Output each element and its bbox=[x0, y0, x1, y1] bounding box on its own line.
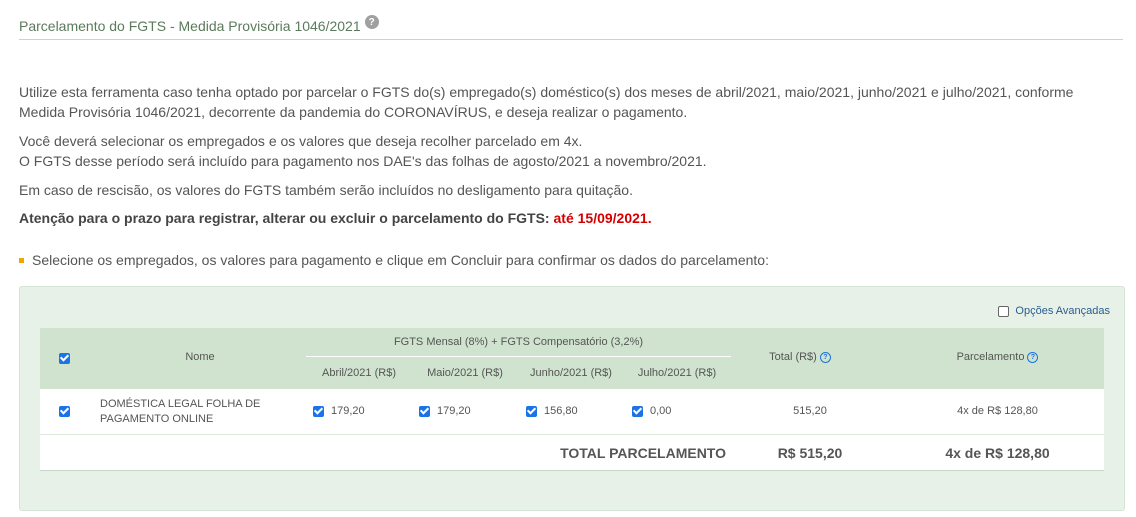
deadline-notice: Atenção para o prazo para registrar, alt… bbox=[19, 208, 1119, 228]
table-row: DOMÉSTICA LEGAL FOLHA DE PAGAMENTO ONLIN… bbox=[40, 389, 1104, 435]
maio-checkbox[interactable] bbox=[419, 405, 430, 417]
junho-checkbox[interactable] bbox=[526, 405, 537, 417]
col-name: Nome bbox=[185, 351, 215, 363]
parcelamento-help-icon[interactable]: ? bbox=[1027, 352, 1039, 363]
col-junho: Junho/2021 (R$) bbox=[530, 367, 612, 379]
employee-name-line1: DOMÉSTICA LEGAL FOLHA DE bbox=[100, 398, 261, 410]
intro-paragraph-2: Você deverá selecionar os empregados e o… bbox=[19, 131, 1119, 171]
instruction: Selecione os empregados, os valores para… bbox=[19, 252, 769, 268]
employee-name: DOMÉSTICA LEGAL FOLHA DE PAGAMENTO ONLIN… bbox=[100, 397, 260, 427]
deadline-text: Atenção para o prazo para registrar, alt… bbox=[19, 210, 550, 226]
julho-checkbox[interactable] bbox=[632, 405, 643, 417]
installment-table: Nome FGTS Mensal (8%) + FGTS Compensatór… bbox=[40, 328, 1104, 471]
value-julho-text: 0,00 bbox=[650, 405, 672, 417]
col-parcelamento: Parcelamento? bbox=[900, 351, 1095, 364]
table-footer: TOTAL PARCELAMENTO R$ 515,20 4x de R$ 12… bbox=[40, 435, 1104, 471]
intro-paragraph-1: Utilize esta ferramenta caso tenha optad… bbox=[19, 84, 1074, 120]
col-group-fgts: FGTS Mensal (8%) + FGTS Compensatório (3… bbox=[393, 336, 644, 348]
footer-total: R$ 515,20 bbox=[777, 445, 843, 461]
group-divider bbox=[306, 356, 731, 357]
page-title: Parcelamento do FGTS - Medida Provisória… bbox=[19, 15, 1123, 40]
instruction-text: Selecione os empregados, os valores para… bbox=[32, 252, 769, 268]
employee-name-line2: PAGAMENTO ONLINE bbox=[100, 413, 214, 425]
row-total: 515,20 bbox=[793, 405, 827, 417]
total-help-icon[interactable]: ? bbox=[819, 352, 831, 363]
deadline-date: até 15/09/2021. bbox=[553, 210, 652, 226]
value-julho: 0,00 bbox=[632, 405, 671, 417]
col-julho: Julho/2021 (R$) bbox=[637, 367, 717, 379]
row-parcelamento: 4x de R$ 128,80 bbox=[957, 405, 1038, 417]
value-junho-text: 156,80 bbox=[544, 405, 578, 417]
page-title-text: Parcelamento do FGTS - Medida Provisória… bbox=[19, 18, 361, 34]
help-icon[interactable]: ? bbox=[364, 15, 379, 29]
footer-parcelamento: 4x de R$ 128,80 bbox=[945, 445, 1050, 461]
col-abril: Abril/2021 (R$) bbox=[322, 367, 396, 379]
select-all-checkbox[interactable] bbox=[59, 353, 70, 364]
table-header: Nome FGTS Mensal (8%) + FGTS Compensatór… bbox=[40, 328, 1104, 389]
col-maio: Maio/2021 (R$) bbox=[427, 367, 503, 379]
advanced-options-checkbox[interactable] bbox=[998, 305, 1010, 317]
intro-paragraph-2a: Você deverá selecionar os empregados e o… bbox=[19, 133, 583, 149]
abril-checkbox[interactable] bbox=[313, 405, 324, 417]
col-parcelamento-label: Parcelamento bbox=[956, 351, 1025, 363]
row-select-checkbox[interactable] bbox=[59, 406, 70, 417]
value-abril: 179,20 bbox=[313, 405, 365, 417]
bullet-icon bbox=[19, 257, 24, 263]
intro-paragraph-2b: O FGTS desse período será incluído para … bbox=[19, 153, 707, 169]
footer-label: TOTAL PARCELAMENTO bbox=[560, 445, 726, 461]
value-maio-text: 179,20 bbox=[437, 405, 471, 417]
advanced-options[interactable]: Opções Avançadas bbox=[998, 305, 1110, 317]
advanced-options-label[interactable]: Opções Avançadas bbox=[1015, 305, 1110, 317]
intro-paragraph-3: Em caso de rescisão, os valores do FGTS … bbox=[19, 182, 633, 198]
value-junho: 156,80 bbox=[526, 405, 578, 417]
col-total: Total (R$)? bbox=[740, 351, 860, 364]
col-total-label: Total (R$) bbox=[769, 351, 817, 363]
value-maio: 179,20 bbox=[419, 405, 471, 417]
value-abril-text: 179,20 bbox=[331, 405, 365, 417]
installment-panel: Opções Avançadas Nome FGTS Mensal (8%) +… bbox=[19, 286, 1125, 511]
